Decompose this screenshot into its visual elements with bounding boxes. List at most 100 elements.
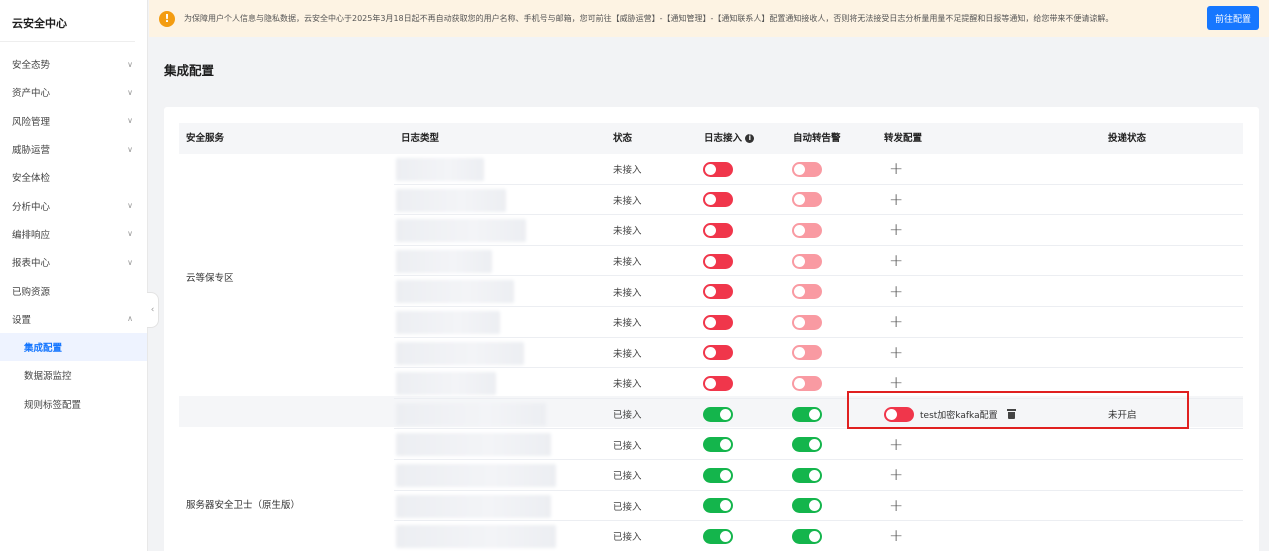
log-access-toggle[interactable] [703,345,733,361]
service-name: 云等保专区 [186,273,234,285]
sidebar-item-label: 编排响应 [12,229,51,241]
toggle-knob [720,500,731,512]
auto-alert-toggle[interactable] [792,345,822,361]
add-forward-config-button[interactable]: + [889,251,903,271]
sidebar-title: 云安全中心 [0,0,135,42]
table-row: 未接入 + [394,338,1243,369]
log-access-toggle[interactable] [703,222,733,238]
auto-alert-toggle[interactable] [792,498,822,514]
add-forward-config-button[interactable]: + [889,312,903,332]
log-access-toggle[interactable] [703,284,733,300]
log-access-toggle[interactable] [703,253,733,269]
sidebar-item[interactable]: 安全体检 [0,163,147,191]
toggle-knob [720,469,731,481]
log-access-toggle[interactable] [703,375,733,391]
auto-alert-toggle[interactable] [792,161,822,177]
sidebar-item[interactable]: 分析中心 ∨ [0,191,147,219]
log-type-blurred [396,464,556,487]
status-text: 未接入 [613,287,642,299]
warning-icon: ! [159,10,175,27]
sidebar-item[interactable]: 安全态势 ∨ [0,50,147,78]
sidebar-collapse-button[interactable]: ‹ [147,292,159,328]
auto-alert-toggle[interactable] [792,192,822,208]
add-forward-config-button[interactable]: + [889,526,903,546]
add-forward-config-button[interactable]: + [889,496,903,516]
add-forward-config-button[interactable]: + [889,373,903,393]
sidebar-subitem[interactable]: 数据源监控 [0,361,147,389]
log-type-blurred [396,372,496,396]
sidebar-item-label: 已购资源 [12,286,51,298]
chevron-left-icon: ‹ [150,305,155,315]
forward-config-name[interactable]: test加密kafka配置 [920,408,998,421]
chevron-down-icon: ∨ [127,229,133,239]
log-type-blurred [396,311,500,334]
sidebar-item[interactable]: 设置 ∧ [0,305,147,333]
toggle-knob [705,316,716,328]
page-title: 集成配置 [164,63,215,78]
toggle-knob [720,408,731,420]
integration-table-card: 安全服务 日志类型 状态 日志接入 i 自动转告警 转发配置 投递状态 云等保专… [164,107,1259,551]
toggle-knob [809,408,820,420]
chevron-down-icon: ∨ [127,116,133,126]
status-text: 已接入 [613,410,642,422]
log-access-toggle[interactable] [703,467,733,483]
chevron-down-icon: ∨ [127,144,133,154]
table-row: 已接入 + [394,521,1243,551]
auto-alert-toggle[interactable] [792,467,822,483]
add-forward-config-button[interactable]: + [889,220,903,240]
log-type-blurred [396,494,551,518]
log-type-blurred [396,402,546,426]
auto-alert-toggle[interactable] [792,253,822,269]
toggle-knob [809,500,820,512]
sidebar-subitem[interactable]: 集成配置 [0,332,147,362]
auto-alert-toggle[interactable] [792,406,822,422]
info-icon[interactable]: i [745,134,755,143]
auto-alert-toggle[interactable] [792,528,822,544]
sidebar-item[interactable]: 资产中心 ∨ [0,78,147,106]
header-log-access: 日志接入 i [704,123,755,154]
sidebar-item[interactable]: 报表中心 ∨ [0,248,147,276]
log-access-toggle[interactable] [703,161,733,177]
sidebar-item[interactable]: 威胁运营 ∨ [0,135,147,163]
header-forward-config: 转发配置 [884,133,923,144]
status-text: 已接入 [613,501,642,513]
add-forward-config-button[interactable]: + [889,343,903,363]
toggle-knob [809,439,820,451]
log-access-toggle[interactable] [703,192,733,208]
auto-alert-toggle[interactable] [792,314,822,330]
auto-alert-toggle[interactable] [792,284,822,300]
add-forward-config-button[interactable]: + [889,159,903,179]
sidebar-subitem[interactable]: 规则标签配置 [0,390,147,418]
table-row: 未接入 + [394,368,1243,399]
add-forward-config-button[interactable]: + [889,435,903,455]
auto-alert-toggle[interactable] [792,375,822,391]
add-forward-config-button[interactable]: + [889,282,903,302]
log-access-toggle[interactable] [703,437,733,453]
sidebar-item[interactable]: 编排响应 ∨ [0,220,147,248]
goto-config-button[interactable]: 前往配置 [1207,6,1259,30]
status-text: 已接入 [613,532,642,544]
toggle-knob [794,377,805,389]
log-type-blurred [396,249,492,273]
status-text: 已接入 [613,471,642,483]
table-header: 安全服务 日志类型 状态 日志接入 i 自动转告警 转发配置 投递状态 [179,123,1243,154]
sidebar-item[interactable]: 风险管理 ∨ [0,107,147,135]
auto-alert-toggle[interactable] [792,437,822,453]
table-row: 未接入 + [394,276,1243,307]
log-access-toggle[interactable] [703,498,733,514]
sidebar-item-label: 安全态势 [12,60,51,72]
log-type-blurred [396,158,484,181]
log-type-blurred [396,280,514,304]
log-access-toggle[interactable] [703,406,733,422]
notice-text: 为保障用户个人信息与隐私数据，云安全中心于2025年3月18日起不再自动获取您的… [184,14,1114,23]
log-access-toggle[interactable] [703,314,733,330]
add-forward-config-button[interactable]: + [889,190,903,210]
toggle-knob [705,377,716,389]
sidebar-item-label: 安全体检 [12,173,51,185]
trash-icon[interactable] [1006,409,1016,420]
log-access-toggle[interactable] [703,528,733,544]
forward-toggle[interactable] [884,406,914,422]
auto-alert-toggle[interactable] [792,222,822,238]
add-forward-config-button[interactable]: + [889,465,903,485]
sidebar-item[interactable]: 已购资源 [0,276,147,304]
